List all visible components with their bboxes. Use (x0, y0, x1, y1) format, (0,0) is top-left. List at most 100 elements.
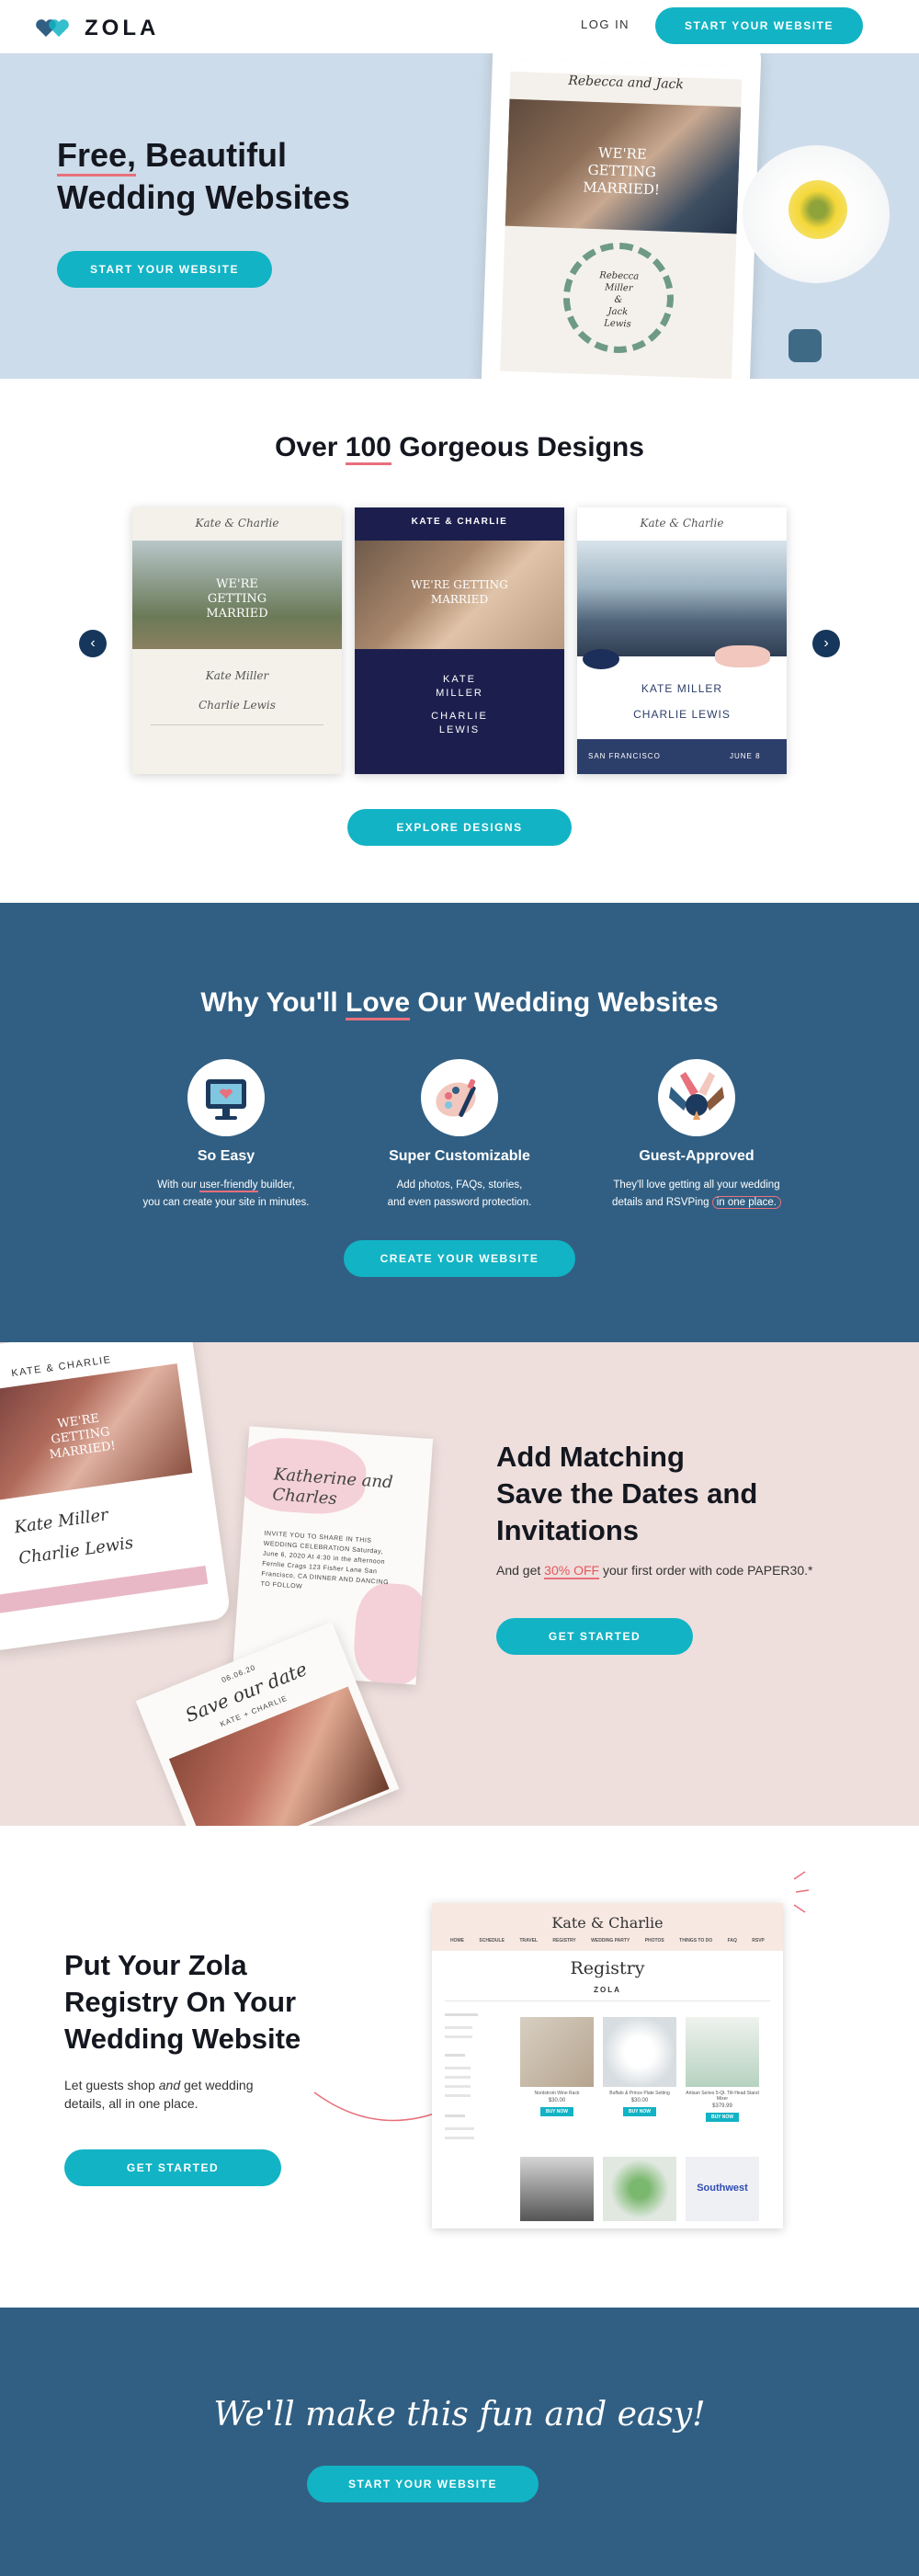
designs-title: Over 100 Gorgeous Designs (0, 432, 919, 465)
so-easy-line1-pre: With our (157, 1180, 200, 1191)
logo-text: ZOLA (85, 16, 160, 40)
registry-desc-post: get wedding (180, 2078, 254, 2092)
card1-banner: WE'RE GETTING MARRIED (206, 577, 268, 621)
product-3-name: Artisan Series 5-Qt. Tilt-Head Stand Mix… (686, 2091, 759, 2102)
final-script-text: We'll make this fun and easy! (213, 2396, 706, 2434)
explore-designs-button[interactable]: EXPLORE DESIGNS (347, 809, 572, 846)
registry-title-line2: Registry On Your (64, 1986, 297, 2018)
registry-get-started-button[interactable]: GET STARTED (64, 2149, 281, 2186)
so-easy-line1-highlight: user-friendly (199, 1180, 258, 1192)
guest-approved-title: Guest-Approved (639, 1148, 754, 1164)
sparkle-doodle (793, 1871, 810, 1913)
product-2-price: $30.00 (630, 2098, 649, 2103)
so-easy-icon-circle (187, 1059, 265, 1136)
header-start-website-button[interactable]: START YOUR WEBSITE (655, 7, 863, 44)
mock-nav-rsvp[interactable]: RSVP (752, 1938, 765, 1943)
customizable-icon-circle (421, 1059, 498, 1136)
carousel-prev-button[interactable]: ‹ (79, 630, 107, 657)
registry-desc-pre: Let guests shop (64, 2078, 159, 2092)
matching-title: Add Matching Save the Dates and Invitati… (496, 1439, 757, 1549)
guest-approved-icon-circle (658, 1059, 735, 1136)
registry-desc: Let guests shop and get wedding details,… (64, 2076, 254, 2113)
guest-approved-line1: They'll love getting all your wedding (613, 1180, 780, 1191)
matching-get-started-button[interactable]: GET STARTED (496, 1618, 693, 1655)
carousel-next-button[interactable]: › (812, 630, 840, 657)
hero-title-beautiful: Beautiful (136, 136, 288, 174)
palette-icon (436, 1078, 476, 1117)
matching-tablet-name1: Kate Miller (13, 1505, 109, 1538)
tablet-screen: Rebecca and Jack WE'RE GETTING MARRIED! … (500, 58, 743, 379)
registry-title-line1: Put Your Zola (64, 1949, 247, 1981)
design-card-3[interactable]: Kate & Charlie KATE MILLER CHARLIE LEWIS… (577, 507, 787, 774)
registry-desc-line2: details, all in one place. (64, 2096, 199, 2111)
card1-name1: Kate Miller (205, 669, 269, 682)
why-section: Why You'll Love Our Wedding Websites So … (0, 903, 919, 1342)
mock-nav-wedding-party[interactable]: WEDDING PARTY (591, 1938, 630, 1943)
mock-nav-schedule[interactable]: SCHEDULE (479, 1938, 505, 1943)
why-title-pre: Why You'll (200, 987, 346, 1018)
registry-title-line3: Wedding Website (64, 2023, 301, 2055)
matching-title-line1: Add Matching (496, 1441, 685, 1473)
mock-nav-registry[interactable]: REGISTRY (552, 1938, 575, 1943)
registry-mock-product-6[interactable]: Southwest (686, 2157, 759, 2221)
product-3-buy-button[interactable]: BUY NOW (706, 2113, 739, 2122)
matching-tablet-banner: WE'RE GETTING MARRIED! (48, 1411, 117, 1463)
card3-date: JUNE 8 (730, 752, 761, 760)
registry-mock-product-5[interactable] (603, 2157, 676, 2221)
design-card-2[interactable]: KATE & CHARLIE WE'RE GETTING MARRIED KAT… (355, 507, 564, 774)
card3-header: Kate & Charlie (640, 517, 724, 530)
login-link[interactable]: LOG IN (581, 17, 630, 31)
final-start-website-button[interactable]: START YOUR WEBSITE (307, 2466, 539, 2502)
registry-mock-product-1[interactable]: Nordstrom Wine Rack $30.00 BUY NOW (520, 2017, 594, 2116)
card2-names: KATE MILLER CHARLIE LEWIS (355, 673, 564, 737)
registry-mock-product-3[interactable]: Artisan Series 5-Qt. Tilt-Head Stand Mix… (686, 2017, 759, 2122)
matching-title-line2: Save the Dates and (496, 1477, 758, 1510)
guest-approved-line2-highlight: in one place. (711, 1196, 781, 1209)
product-2-buy-button[interactable]: BUY NOW (623, 2107, 656, 2116)
hero-start-website-button[interactable]: START YOUR WEBSITE (57, 251, 272, 288)
chevron-right-icon: › (823, 635, 829, 651)
why-title-post: Our Wedding Websites (410, 987, 719, 1018)
product-1-price: $30.00 (548, 2098, 566, 2103)
so-easy-title: So Easy (197, 1148, 255, 1164)
registry-mock-logo: ZOLA (594, 1986, 621, 1994)
tablet-photo: WE'RE GETTING MARRIED! (505, 98, 742, 234)
product-1-buy-button[interactable]: BUY NOW (540, 2107, 573, 2116)
registry-section: Put Your Zola Registry On Your Wedding W… (0, 1826, 919, 2308)
card3-photo (577, 541, 787, 656)
card2-name4: LEWIS (438, 724, 481, 735)
mock-nav-travel[interactable]: TRAVEL (519, 1938, 538, 1943)
so-easy-line1-post: builder, (257, 1180, 295, 1191)
hero-section: Free, Beautiful Wedding Websites START Y… (0, 53, 919, 379)
mock-nav-photos[interactable]: PHOTOS (645, 1938, 664, 1943)
matching-tablet-photo: WE'RE GETTING MARRIED! (0, 1363, 193, 1502)
tablet-banner: WE'RE GETTING MARRIED! (582, 144, 661, 199)
design-card-1[interactable]: Kate & Charlie WE'RE GETTING MARRIED Kat… (132, 507, 342, 774)
customizable-desc: Add photos, FAQs, stories, and even pass… (340, 1177, 579, 1212)
mock-nav-things-to-do[interactable]: THINGS TO DO (679, 1938, 712, 1943)
tablet-couple: Rebecca Miller & Jack Lewis (562, 268, 675, 332)
card3-name2: CHARLIE LEWIS (633, 708, 731, 721)
arrow-doodle (313, 2092, 448, 2122)
registry-mock-product-2[interactable]: Buffalo & Prince Plate Setting $30.00 BU… (603, 2017, 676, 2116)
card2-name2: MILLER (436, 688, 483, 699)
card2-name3: CHARLIE (431, 711, 488, 722)
customizable-title: Super Customizable (389, 1148, 530, 1164)
mock-nav-faq[interactable]: FAQ (728, 1938, 737, 1943)
create-website-button[interactable]: CREATE YOUR WEBSITE (344, 1240, 575, 1277)
registry-mock-product-4[interactable] (520, 2157, 594, 2221)
mock-nav-home[interactable]: HOME (450, 1938, 464, 1943)
hero-tablet-mockup: Rebecca and Jack WE'RE GETTING MARRIED! … (481, 53, 762, 379)
designs-title-number: 100 (345, 432, 391, 465)
matching-desc-post: your first order with code PAPER30.* (599, 1563, 813, 1578)
invitation-text: INVITE YOU TO SHARE IN THIS WEDDING CELE… (260, 1530, 390, 1590)
matching-tablet-mockup: KATE & CHARLIE WE'RE GETTING MARRIED! Ka… (0, 1342, 232, 1653)
card1-name2: Charlie Lewis (199, 699, 276, 712)
card2-banner: WE'RE GETTING MARRIED (411, 578, 508, 606)
product-1-name: Nordstrom Wine Rack (534, 2091, 580, 2096)
zola-logo[interactable]: ZOLA (35, 16, 159, 41)
registry-mock-nav: HOME SCHEDULE TRAVEL REGISTRY WEDDING PA… (450, 1938, 765, 1943)
card2-name1: KATE (443, 674, 476, 685)
hero-title-word-free: Free, (57, 136, 137, 177)
chevron-left-icon: ‹ (90, 635, 96, 651)
